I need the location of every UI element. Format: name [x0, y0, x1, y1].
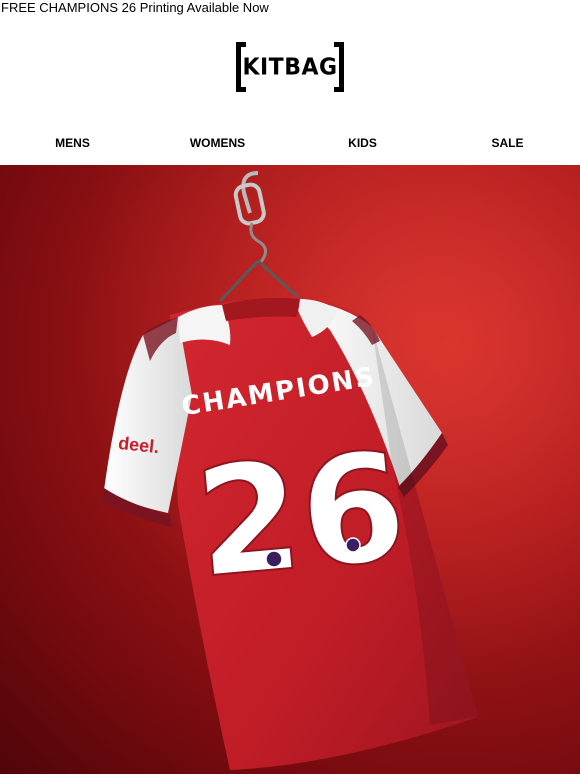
logo-right-bracket [334, 42, 344, 92]
hero-banner[interactable]: deel. CHAMPIONS 26 [0, 165, 580, 774]
nav-item-mens[interactable]: MENS [0, 134, 145, 152]
shirt-number: 26 [189, 420, 412, 612]
hero-image: deel. CHAMPIONS 26 [0, 165, 580, 774]
logo-text: KITBAG [242, 53, 338, 81]
sponsor-text: deel. [117, 433, 160, 457]
logo-header: KITBAG [0, 40, 580, 94]
nav-item-kids[interactable]: KIDS [290, 134, 435, 152]
main-nav: MENS WOMENS KIDS SALE [0, 134, 580, 152]
preheader-text: FREE CHAMPIONS 26 Printing Available Now [1, 0, 269, 15]
kitbag-logo[interactable]: KITBAG [236, 42, 344, 92]
nav-item-sale[interactable]: SALE [435, 134, 580, 152]
nav-item-womens[interactable]: WOMENS [145, 134, 290, 152]
